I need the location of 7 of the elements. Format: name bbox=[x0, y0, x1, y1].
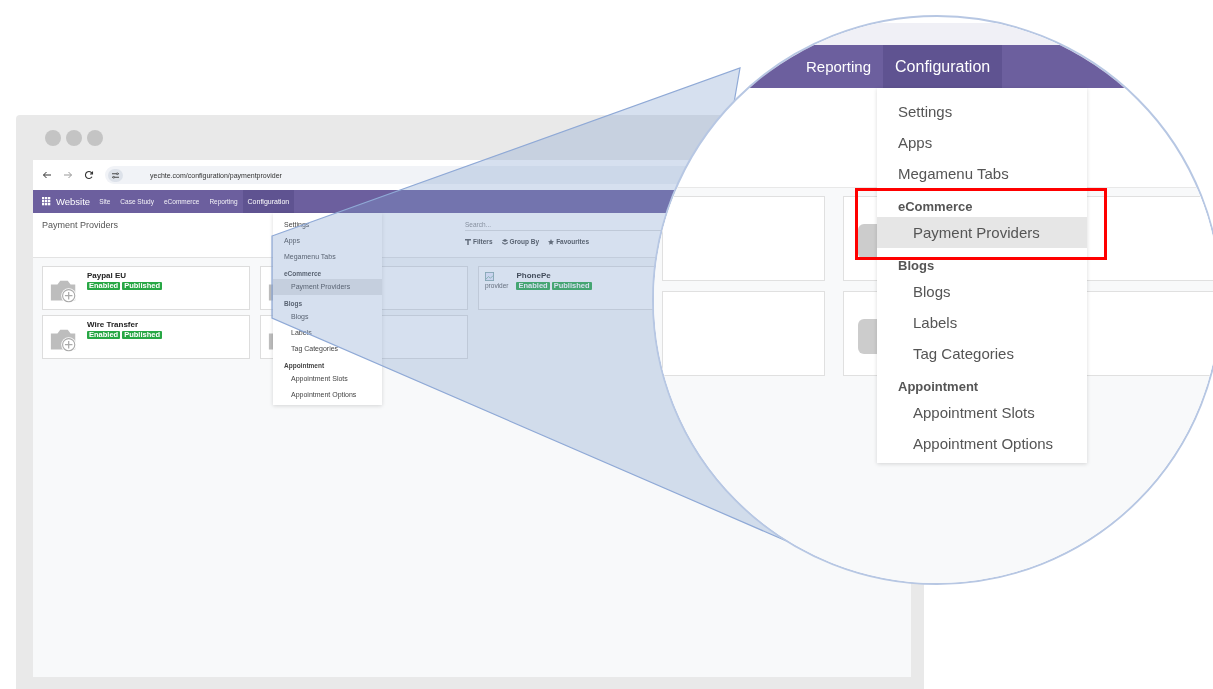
menu-section-header: Blogs bbox=[897, 257, 936, 275]
menu-section-header: Appointment bbox=[897, 378, 980, 396]
provider-name: Wire Transfer bbox=[87, 320, 140, 329]
menu-section-header: eCommerce bbox=[897, 198, 974, 216]
provider-name: PhonePe bbox=[516, 271, 552, 280]
provider-name: Paypal EU bbox=[87, 271, 128, 280]
page-title: Payment Providers bbox=[42, 220, 119, 230]
